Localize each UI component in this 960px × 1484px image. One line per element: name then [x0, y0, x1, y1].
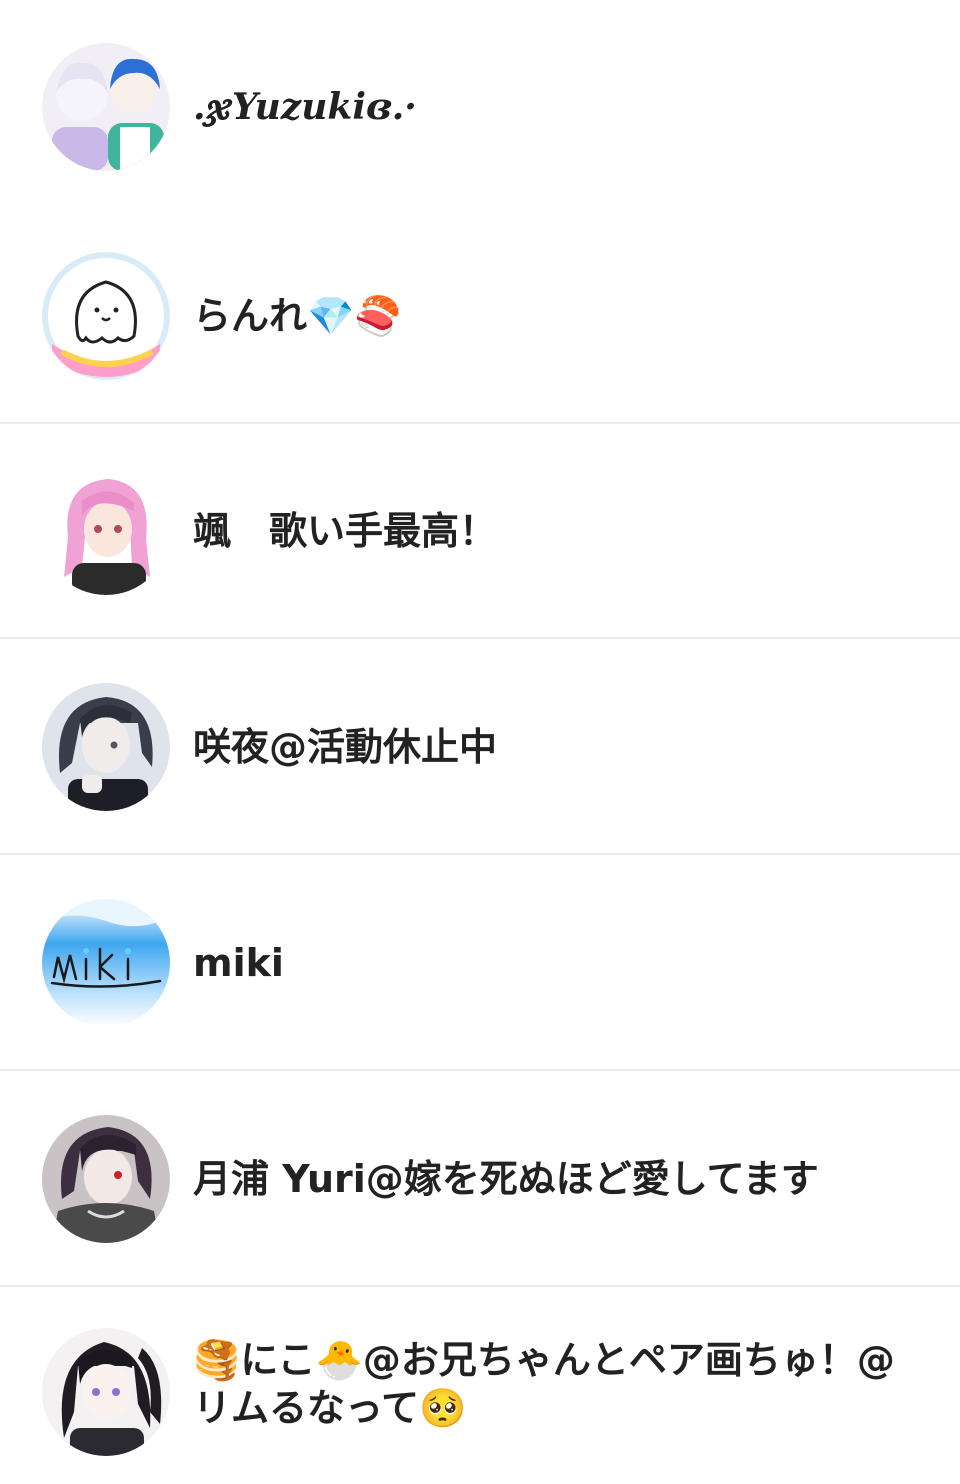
user-row[interactable]: 🥞にこ🐣@お兄ちゃんとペア画ちゅ！@リムるなって🥺	[0, 1288, 960, 1484]
user-row[interactable]: miki	[0, 856, 960, 1071]
miki-logo-avatar-icon[interactable]	[42, 898, 170, 1027]
user-name: らんれ💎🍣	[193, 293, 402, 338]
user-name: 咲夜@活動休止中	[193, 724, 498, 769]
user-list: .ჯYuzukiɞ.· らんれ💎🍣 颯 歌い手最高！ 咲夜@活動休止中 miki…	[0, 0, 960, 1484]
dark-hair-boy-avatar-icon[interactable]	[42, 682, 170, 811]
user-row[interactable]: 咲夜@活動休止中	[0, 640, 960, 855]
user-row[interactable]: 月浦 Yuri@嫁を死ぬほど愛してます	[0, 1072, 960, 1287]
ghost-sticker-avatar-icon[interactable]	[42, 251, 170, 380]
user-name: .ჯYuzukiɞ.·	[193, 85, 417, 128]
red-eye-boy-avatar-icon[interactable]	[42, 1114, 170, 1243]
twin-tail-girl-avatar-icon[interactable]	[42, 1328, 170, 1456]
user-name: miki	[193, 940, 284, 985]
user-row[interactable]: らんれ💎🍣	[0, 209, 960, 424]
user-name: 月浦 Yuri@嫁を死ぬほど愛してます	[193, 1156, 819, 1201]
user-name: 🥞にこ🐣@お兄ちゃんとペア画ちゅ！@リムるなって🥺	[193, 1338, 895, 1430]
pink-hair-girl-avatar-icon[interactable]	[42, 466, 170, 595]
user-row[interactable]: 颯 歌い手最高！	[0, 424, 960, 639]
anime-boys-avatar-icon[interactable]	[42, 42, 170, 171]
user-name: 颯 歌い手最高！	[193, 508, 498, 553]
user-row[interactable]: .ჯYuzukiɞ.·	[0, 0, 960, 215]
